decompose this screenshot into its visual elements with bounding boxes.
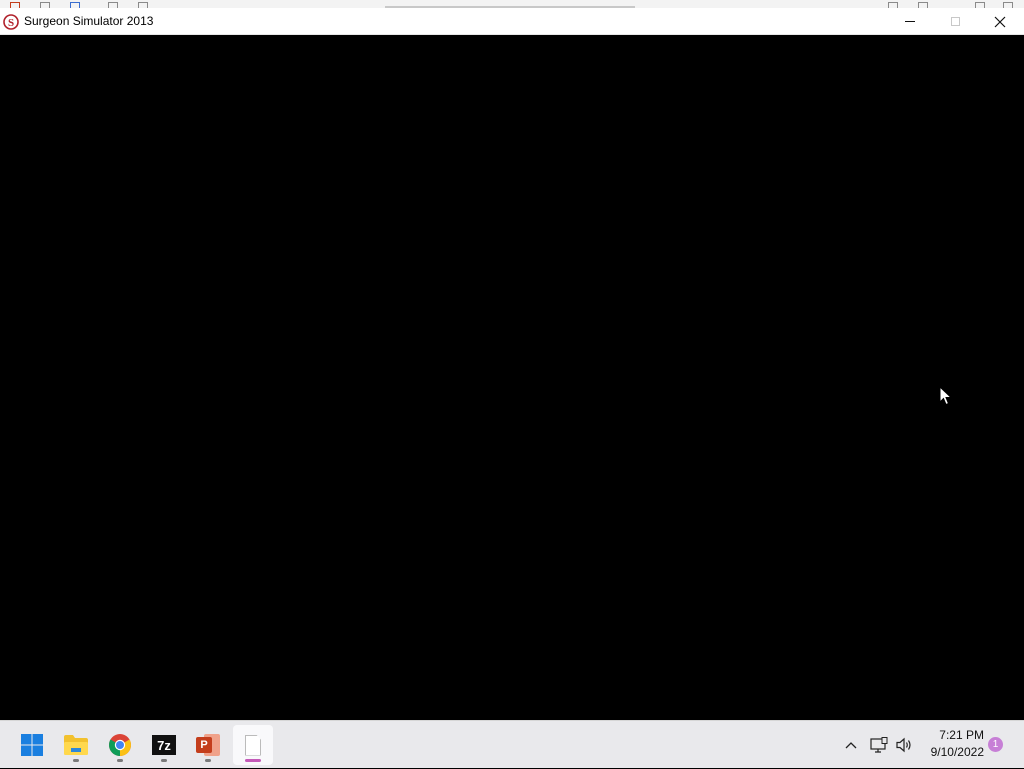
- folder-icon: [64, 735, 88, 755]
- chrome-icon: [109, 734, 131, 756]
- maximize-button[interactable]: [932, 8, 978, 35]
- network-button[interactable]: [868, 721, 890, 769]
- taskbar-clock[interactable]: 7:21 PM 9/10/2022: [922, 727, 984, 761]
- volume-icon: [896, 737, 911, 753]
- windows-start-icon: [21, 734, 43, 756]
- minimize-icon: [905, 21, 915, 22]
- seven-zip-icon: 7z: [152, 735, 176, 755]
- maximize-icon: [950, 17, 960, 26]
- taskbar-powerpoint[interactable]: P: [188, 725, 228, 765]
- running-indicator: [205, 759, 211, 762]
- game-viewport[interactable]: [0, 35, 1024, 720]
- running-indicator: [117, 759, 123, 762]
- volume-button[interactable]: [893, 721, 915, 769]
- start-button[interactable]: [12, 725, 52, 765]
- network-icon: [870, 737, 888, 753]
- document-icon: [245, 734, 261, 756]
- taskbar-surgeon-simulator[interactable]: [233, 725, 273, 765]
- window-title: Surgeon Simulator 2013: [24, 14, 154, 28]
- running-indicator: [161, 759, 167, 762]
- taskbar-chrome[interactable]: [100, 725, 140, 765]
- surgeon-simulator-icon: S: [3, 14, 19, 30]
- taskbar-file-explorer[interactable]: [56, 725, 96, 765]
- svg-text:S: S: [8, 17, 14, 29]
- taskbar-7zip[interactable]: 7z: [144, 725, 184, 765]
- taskbar: 7z P 7:21 PM 9/10/2022: [0, 720, 1024, 768]
- clock-date: 9/10/2022: [930, 745, 984, 759]
- mouse-cursor-icon: [939, 386, 953, 406]
- show-hidden-icons-button[interactable]: [840, 721, 862, 769]
- close-button[interactable]: [977, 8, 1023, 35]
- active-indicator: [245, 759, 261, 762]
- chevron-up-icon: [845, 742, 857, 749]
- running-indicator: [73, 759, 79, 762]
- clock-time: 7:21 PM: [939, 728, 984, 742]
- window-title-bar[interactable]: S Surgeon Simulator 2013: [0, 8, 1024, 35]
- notification-badge[interactable]: 1: [988, 737, 1003, 752]
- close-icon: [994, 16, 1006, 27]
- minimize-button[interactable]: [887, 8, 933, 35]
- powerpoint-icon: P: [196, 734, 220, 756]
